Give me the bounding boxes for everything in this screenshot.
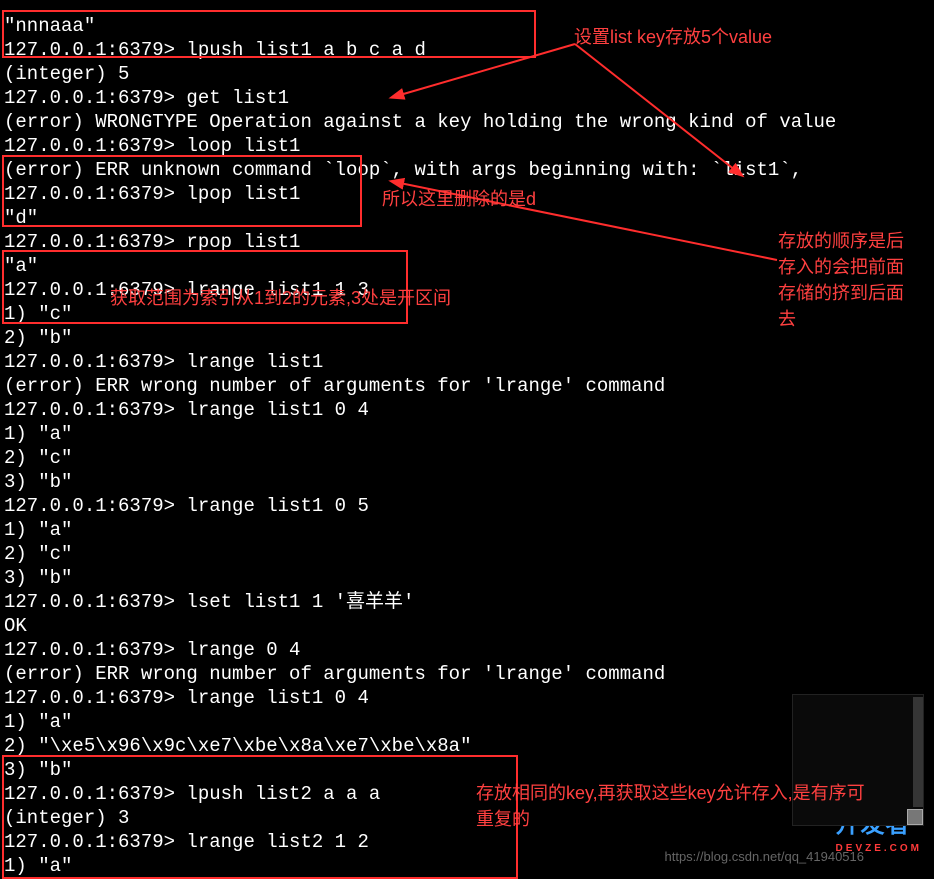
term-line: (error) ERR wrong number of arguments fo… xyxy=(4,663,665,685)
term-line: 3) "b" xyxy=(4,471,72,493)
term-line: 3) "b" xyxy=(4,567,72,589)
term-line: (error) ERR wrong number of arguments fo… xyxy=(4,375,665,397)
term-line: "nnnaaa" xyxy=(4,15,95,37)
term-line: 127.0.0.1:6379> lpop list1 xyxy=(4,183,300,205)
term-line: 2) "\xe5\x96\x9c\xe7\xbe\x8a\xe7\xbe\x8a… xyxy=(4,735,471,757)
annotation-duplicate-l2: 重复的 xyxy=(476,809,530,829)
term-line: 127.0.0.1:6379> lrange list2 1 2 xyxy=(4,831,369,853)
watermark-url: https://blog.csdn.net/qq_41940516 xyxy=(665,845,865,869)
term-line: 1) "a" xyxy=(4,855,72,877)
term-line: 127.0.0.1:6379> rpop list1 xyxy=(4,231,300,253)
term-line: "d" xyxy=(4,207,38,229)
term-line: 1) "a" xyxy=(4,519,72,541)
brand-logo-sub: DEVZE.COM xyxy=(836,837,922,861)
term-line: 2) "c" xyxy=(4,543,72,565)
term-line: (error) ERR unknown command `loop`, with… xyxy=(4,159,814,181)
minimap-scrollbar[interactable] xyxy=(913,697,923,807)
annotation-delete-d: 所以这里删除的是d xyxy=(382,186,536,212)
term-line: OK xyxy=(4,615,27,637)
annotation-order-l1: 存放的顺序是后 xyxy=(778,231,904,251)
term-line: 127.0.0.1:6379> lrange list1 0 4 xyxy=(4,687,369,709)
annotation-order-l2: 存入的会把前面 xyxy=(778,257,904,277)
annotation-order: 存放的顺序是后 存入的会把前面 存储的挤到后面 去 xyxy=(778,228,904,332)
term-line: (integer) 5 xyxy=(4,63,129,85)
term-line: 2) "c" xyxy=(4,447,72,469)
minimap-resize-handle[interactable] xyxy=(907,809,923,825)
term-line: "a" xyxy=(4,255,38,277)
term-line: 127.0.0.1:6379> lrange list1 0 4 xyxy=(4,399,369,421)
term-line: (integer) 3 xyxy=(4,807,129,829)
term-line: 127.0.0.1:6379> lrange list1 0 5 xyxy=(4,495,369,517)
term-line: 3) "b" xyxy=(4,759,72,781)
term-line: 127.0.0.1:6379> lrange list1 xyxy=(4,351,323,373)
annotation-order-l3: 存储的挤到后面 xyxy=(778,283,904,303)
term-line: 127.0.0.1:6379> lpush list2 a a a xyxy=(4,783,380,805)
annotation-range: 获取范围为索引从1到2的元素,3处是开区间 xyxy=(110,285,451,311)
annotation-set-list: 设置list key存放5个value xyxy=(574,24,772,50)
annotation-duplicate: 存放相同的key,再获取这些key允许存入,是有序可 重复的 xyxy=(476,780,865,832)
term-line: 2) "b" xyxy=(4,327,72,349)
term-line: 127.0.0.1:6379> get list1 xyxy=(4,87,289,109)
term-line: 1) "c" xyxy=(4,303,72,325)
term-line: 127.0.0.1:6379> loop list1 xyxy=(4,135,300,157)
terminal-output: "nnnaaa" 127.0.0.1:6379> lpush list1 a b… xyxy=(4,14,836,879)
term-line: (error) WRONGTYPE Operation against a ke… xyxy=(4,111,836,133)
term-line: 127.0.0.1:6379> lpush list1 a b c a d xyxy=(4,39,426,61)
term-line: 1) "a" xyxy=(4,423,72,445)
term-line: 1) "a" xyxy=(4,711,72,733)
annotation-duplicate-l1: 存放相同的key,再获取这些key允许存入,是有序可 xyxy=(476,783,865,803)
annotation-order-l4: 去 xyxy=(778,309,796,329)
term-line: 127.0.0.1:6379> lset list1 1 '喜羊羊' xyxy=(4,591,414,613)
term-line: 127.0.0.1:6379> lrange 0 4 xyxy=(4,639,300,661)
